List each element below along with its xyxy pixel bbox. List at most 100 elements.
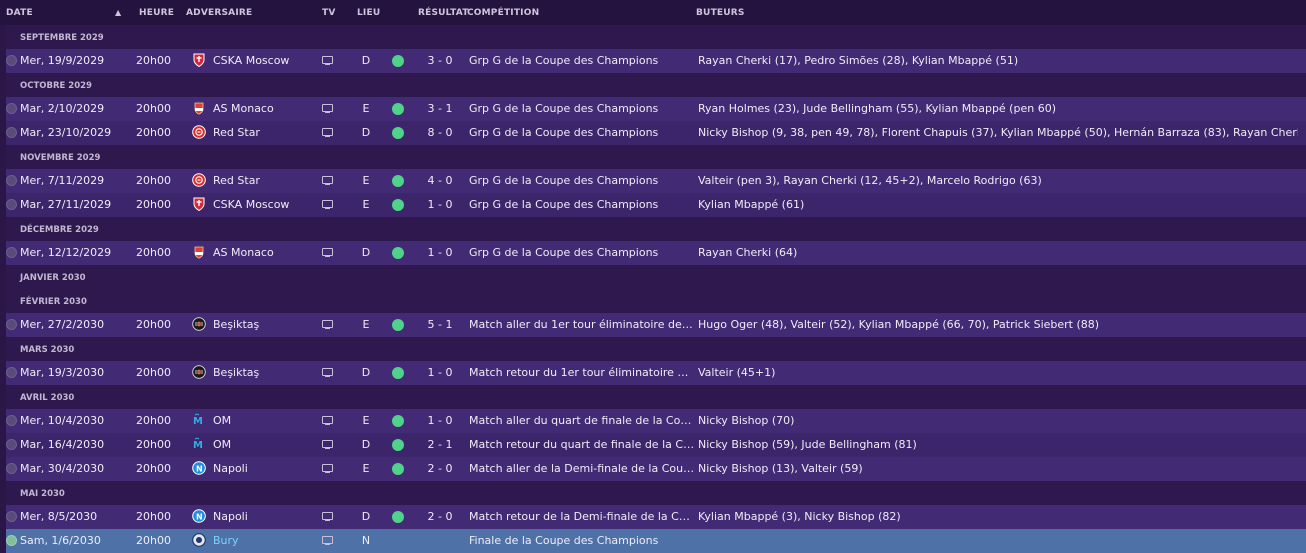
competition-link[interactable]: Grp G de la Coupe des Champions [469, 54, 695, 67]
row-select-radio[interactable] [6, 415, 17, 426]
svg-text:N: N [196, 513, 203, 522]
opponent-link[interactable]: OM [213, 414, 231, 427]
match-time: 20h00 [136, 318, 171, 331]
fixture-row[interactable]: Mar, 23/10/2029 20h00 Red Star D 8 - 0 Grp G … [6, 121, 1306, 145]
row-select-radio[interactable] [6, 199, 17, 210]
row-select-radio[interactable] [6, 319, 17, 330]
venue: E [362, 462, 370, 475]
competition-link[interactable]: Match retour du quart de finale de la Co… [469, 438, 695, 451]
fixture-row[interactable]: Mar, 27/11/2029 20h00 CSKA Moscow E 1 - 0 Grp… [6, 193, 1306, 217]
match-result[interactable]: 3 - 1 [420, 102, 460, 115]
result-status-dot [392, 199, 404, 211]
month-group-header: NOVEMBRE 2029 [6, 145, 1306, 169]
month-label: AVRIL 2030 [20, 393, 75, 403]
opponent-link[interactable]: Red Star [213, 126, 260, 139]
col-time[interactable]: HEURE [139, 8, 174, 18]
col-tv[interactable]: TV [322, 8, 336, 18]
match-date: Mer, 7/11/2029 [20, 174, 105, 187]
fixture-row[interactable]: Mar, 16/4/2030 20h00 M OM D 2 - 1 Match retour… [6, 433, 1306, 457]
row-select-radio[interactable] [6, 535, 17, 546]
fixture-row[interactable]: Mer, 12/12/2029 20h00 AS Monaco D 1 - 0 Grp G… [6, 241, 1306, 265]
match-time: 20h00 [136, 414, 171, 427]
fixtures-list: SEPTEMBRE 2029 Mer, 19/9/2029 20h00 CSKA Mo… [0, 25, 1306, 553]
fixture-row-selected[interactable]: Sam, 1/6/2030 20h00 Bury N Finale de la Coup… [6, 529, 1306, 553]
match-time: 20h00 [136, 54, 171, 67]
napoli-crest-icon: N [192, 461, 206, 475]
tv-icon [322, 368, 333, 377]
tv-icon [322, 464, 333, 473]
column-header-bar: DATE ▲ HEURE ADVERSAIRE TV LIEU RÉSULTAT… [0, 0, 1306, 25]
col-venue[interactable]: LIEU [357, 8, 380, 18]
row-select-radio[interactable] [6, 103, 17, 114]
match-result[interactable]: 2 - 1 [420, 438, 460, 451]
competition-link[interactable]: Grp G de la Coupe des Champions [469, 246, 695, 259]
opponent-link[interactable]: Bury [213, 534, 239, 547]
competition-link[interactable]: Finale de la Coupe des Champions [469, 534, 695, 547]
venue: D [361, 366, 371, 379]
month-label: JANVIER 2030 [20, 273, 86, 283]
match-result[interactable]: 1 - 0 [420, 414, 460, 427]
tv-icon [322, 512, 333, 521]
redstar-crest-icon [192, 173, 206, 187]
col-opponent[interactable]: ADVERSAIRE [186, 8, 252, 18]
row-select-radio[interactable] [6, 463, 17, 474]
opponent-link[interactable]: Beşiktaş [213, 366, 259, 379]
col-date[interactable]: DATE [6, 8, 33, 18]
venue: E [362, 318, 370, 331]
row-select-radio[interactable] [6, 439, 17, 450]
opponent-link[interactable]: OM [213, 438, 231, 451]
sort-ascending-icon[interactable]: ▲ [115, 8, 121, 17]
competition-link[interactable]: Match aller du 1er tour éliminatoire de … [469, 318, 695, 331]
col-scorers[interactable]: BUTEURS [696, 8, 745, 18]
competition-link[interactable]: Grp G de la Coupe des Champions [469, 174, 695, 187]
fixture-row[interactable]: Mer, 7/11/2029 20h00 Red Star E 4 - 0 Grp G d… [6, 169, 1306, 193]
match-result[interactable]: 1 - 0 [420, 246, 460, 259]
opponent-link[interactable]: Beşiktaş [213, 318, 259, 331]
opponent-link[interactable]: Red Star [213, 174, 260, 187]
competition-link[interactable]: Grp G de la Coupe des Champions [469, 198, 695, 211]
match-time: 20h00 [136, 246, 171, 259]
row-select-radio[interactable] [6, 511, 17, 522]
competition-link[interactable]: Grp G de la Coupe des Champions [469, 126, 695, 139]
competition-link[interactable]: Match aller du quart de finale de la Cou… [469, 414, 695, 427]
col-result[interactable]: RÉSULTAT [418, 8, 469, 18]
row-select-radio[interactable] [6, 55, 17, 66]
venue: E [362, 414, 370, 427]
fixture-row[interactable]: Mer, 8/5/2030 20h00 N Napoli D 2 - 0 Match ret… [6, 505, 1306, 529]
match-result[interactable]: 8 - 0 [420, 126, 460, 139]
opponent-link[interactable]: CSKA Moscow [213, 198, 289, 211]
match-date: Mer, 10/4/2030 [20, 414, 105, 427]
row-select-radio[interactable] [6, 175, 17, 186]
fixture-row[interactable]: Mer, 10/4/2030 20h00 M OM E 1 - 0 Match aller … [6, 409, 1306, 433]
opponent-link[interactable]: Napoli [213, 462, 248, 475]
opponent-link[interactable]: AS Monaco [213, 102, 274, 115]
match-result[interactable]: 1 - 0 [420, 198, 460, 211]
fixture-row[interactable]: Mer, 27/2/2030 20h00 Beşiktaş E 5 - 1 Match a… [6, 313, 1306, 337]
competition-link[interactable]: Match aller de la Demi-finale de la Coup… [469, 462, 695, 475]
fixture-row[interactable]: Mar, 19/3/2030 20h00 Beşiktaş D 1 - 0 Match r… [6, 361, 1306, 385]
row-select-radio[interactable] [6, 127, 17, 138]
opponent-link[interactable]: CSKA Moscow [213, 54, 289, 67]
match-result[interactable]: 2 - 0 [420, 462, 460, 475]
fixture-row[interactable]: Mer, 19/9/2029 20h00 CSKA Moscow D 3 - 0 Grp … [6, 49, 1306, 73]
competition-link[interactable]: Match retour de la Demi-finale de la Cou… [469, 510, 695, 523]
competition-link[interactable]: Match retour du 1er tour éliminatoire de… [469, 366, 695, 379]
match-result[interactable]: 3 - 0 [420, 54, 460, 67]
match-result[interactable]: 5 - 1 [420, 318, 460, 331]
row-select-radio[interactable] [6, 367, 17, 378]
match-time: 20h00 [136, 366, 171, 379]
scorers: Nicky Bishop (70) [698, 414, 795, 427]
venue: D [361, 54, 371, 67]
match-result[interactable]: 1 - 0 [420, 366, 460, 379]
opponent-link[interactable]: AS Monaco [213, 246, 274, 259]
competition-link[interactable]: Grp G de la Coupe des Champions [469, 102, 695, 115]
result-status-dot [392, 511, 404, 523]
fixture-row[interactable]: Mar, 2/10/2029 20h00 AS Monaco E 3 - 1 Grp G … [6, 97, 1306, 121]
match-result[interactable]: 4 - 0 [420, 174, 460, 187]
col-competition[interactable]: COMPÉTITION [467, 8, 539, 18]
opponent-link[interactable]: Napoli [213, 510, 248, 523]
match-result[interactable]: 2 - 0 [420, 510, 460, 523]
row-select-radio[interactable] [6, 247, 17, 258]
match-time: 20h00 [136, 510, 171, 523]
fixture-row[interactable]: Mar, 30/4/2030 20h00 N Napoli E 2 - 0 Match al… [6, 457, 1306, 481]
